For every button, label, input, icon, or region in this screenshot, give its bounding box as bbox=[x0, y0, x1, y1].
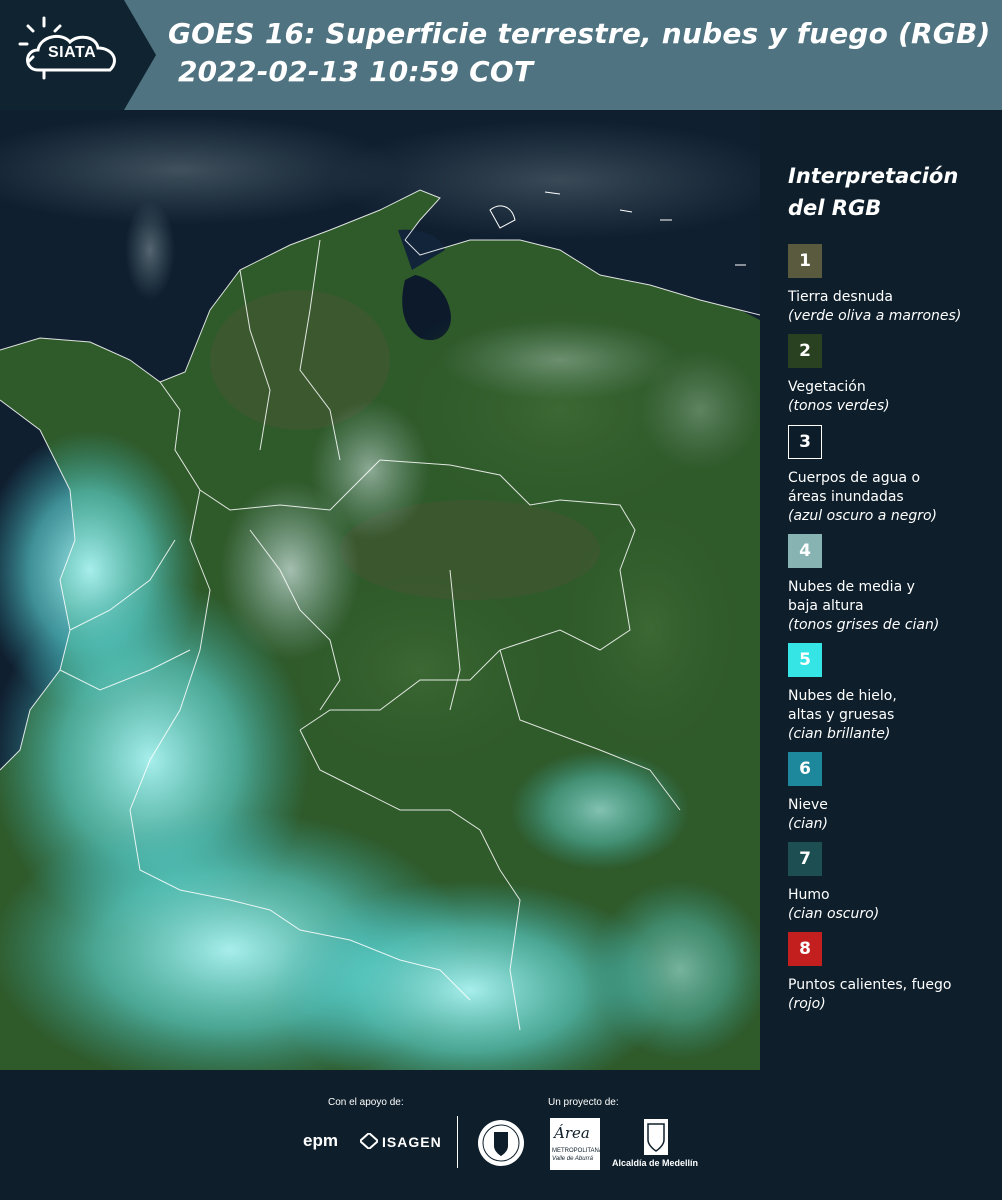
legend-desc: (rojo) bbox=[788, 996, 826, 1012]
satellite-map bbox=[0, 110, 760, 1070]
legend-label: Nieve bbox=[788, 797, 828, 813]
legend-desc: (azul oscuro a negro) bbox=[788, 508, 937, 524]
support-label: Con el apoyo de: bbox=[328, 1097, 404, 1108]
legend-desc: (tonos grises de cian) bbox=[788, 617, 940, 633]
legend-label: Tierra desnuda bbox=[788, 289, 893, 305]
legend-swatch: 7 bbox=[788, 842, 822, 876]
legend-title: Interpretación del RGB bbox=[788, 160, 988, 224]
legend-swatch: 5 bbox=[788, 643, 822, 677]
legend-item-fire: 8 Puntos calientes, fuego (rojo) bbox=[788, 932, 998, 1014]
legend-title-line1: Interpretación bbox=[788, 164, 959, 188]
legend-item-ice-clouds: 5 Nubes de hielo, altas y gruesas (cian … bbox=[788, 643, 998, 744]
alcaldia-shield-icon bbox=[644, 1119, 668, 1155]
seal-icon bbox=[478, 1120, 524, 1166]
legend-label-line: áreas inundadas bbox=[788, 489, 904, 505]
epm-logo: epm bbox=[303, 1131, 338, 1150]
legend-label: Puntos calientes, fuego bbox=[788, 977, 952, 993]
legend-swatch: 6 bbox=[788, 752, 822, 786]
legend-title-line2: del RGB bbox=[788, 196, 882, 220]
footer-divider bbox=[457, 1116, 458, 1168]
legend-panel: Interpretación del RGB 1 Tierra desnuda … bbox=[760, 110, 1002, 1070]
project-label: Un proyecto de: bbox=[548, 1097, 619, 1108]
legend-label-line: Nubes de media y bbox=[788, 579, 915, 595]
legend-item-low-clouds: 4 Nubes de media y baja altura (tonos gr… bbox=[788, 534, 998, 635]
timestamp: 2022-02-13 10:59 COT bbox=[178, 55, 534, 88]
area-logo-sub1: METROPOLITANA bbox=[552, 1148, 603, 1154]
siata-logo: SIATA bbox=[0, 0, 158, 110]
legend-item-snow: 6 Nieve (cian) bbox=[788, 752, 998, 834]
legend-label-line: altas y gruesas bbox=[788, 707, 895, 723]
legend-item-smoke: 7 Humo (cian oscuro) bbox=[788, 842, 998, 924]
legend-label-line: Nubes de hielo, bbox=[788, 688, 897, 704]
legend-desc: (cian brillante) bbox=[788, 726, 891, 742]
legend-label: Cuerpos de agua o áreas inundadas bbox=[788, 469, 998, 507]
area-metropolitana-logo: Área METROPOLITANA Valle de Aburrá bbox=[550, 1118, 603, 1170]
legend-desc: (verde oliva a marrones) bbox=[788, 308, 962, 324]
area-logo-text: Área bbox=[554, 1124, 590, 1142]
legend-desc: (cian) bbox=[788, 816, 828, 832]
legend-swatch: 4 bbox=[788, 534, 822, 568]
header-bar: SIATA GOES 16: Superficie terrestre, nub… bbox=[0, 0, 1002, 110]
legend-desc: (cian oscuro) bbox=[788, 906, 880, 922]
page-title: GOES 16: Superficie terrestre, nubes y f… bbox=[168, 17, 991, 50]
isagen-logo: ISAGEN bbox=[382, 1134, 442, 1150]
alcaldia-text: Alcaldía de Medellín bbox=[612, 1158, 699, 1168]
legend-label: Vegetación bbox=[788, 379, 866, 395]
legend-item-vegetation: 2 Vegetación (tonos verdes) bbox=[788, 334, 998, 416]
area-logo-sub2: Valle de Aburrá bbox=[552, 1156, 593, 1162]
legend-item-bare-soil: 1 Tierra desnuda (verde oliva a marrones… bbox=[788, 244, 998, 326]
legend-swatch: 1 bbox=[788, 244, 822, 278]
legend-label-line: baja altura bbox=[788, 598, 864, 614]
legend-label: Humo bbox=[788, 887, 830, 903]
legend-item-water: 3 Cuerpos de agua o áreas inundadas (azu… bbox=[788, 425, 998, 526]
legend-label: Nubes de hielo, altas y gruesas bbox=[788, 687, 998, 725]
legend-label: Nubes de media y baja altura bbox=[788, 578, 998, 616]
isagen-icon bbox=[360, 1133, 378, 1149]
legend-swatch: 3 bbox=[788, 425, 822, 459]
legend-desc: (tonos verdes) bbox=[788, 398, 890, 414]
legend-swatch: 8 bbox=[788, 932, 822, 966]
legend-swatch: 2 bbox=[788, 334, 822, 368]
legend-label-line: Cuerpos de agua o bbox=[788, 470, 921, 486]
logo-label: SIATA bbox=[48, 44, 97, 61]
